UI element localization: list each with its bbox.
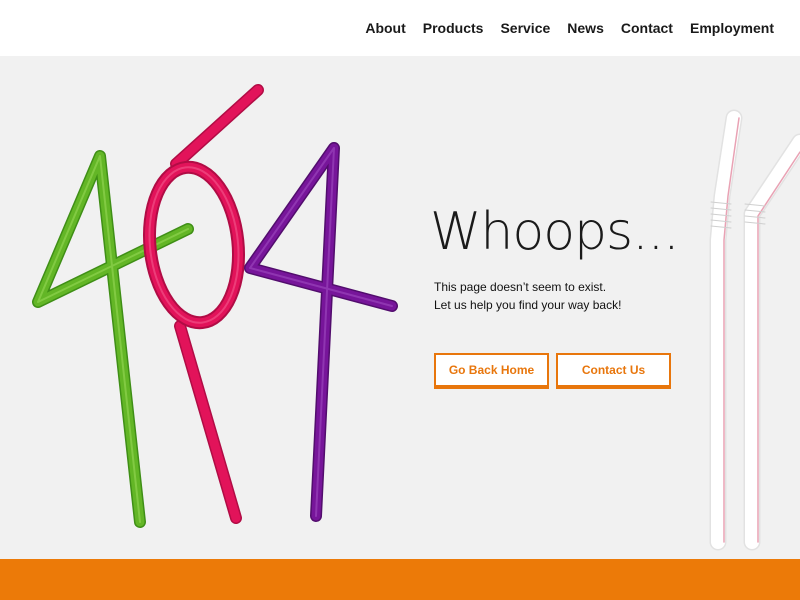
error-message: This page doesn’t seem to exist. Let us …: [434, 278, 621, 314]
error-message-line-2: Let us help you find your way back!: [434, 298, 622, 312]
footer-bar: [0, 559, 800, 600]
go-back-home-button[interactable]: Go Back Home: [434, 353, 549, 389]
contact-us-button[interactable]: Contact Us: [556, 353, 671, 389]
nav-news-link[interactable]: News: [567, 18, 604, 38]
nav-contact-link[interactable]: Contact: [621, 18, 673, 38]
purple-straw-four: [244, 142, 398, 522]
nav-about-link[interactable]: About: [365, 18, 405, 38]
white-straws-decoration: [709, 109, 800, 551]
nav-service-link[interactable]: Service: [500, 18, 550, 38]
pink-straw-zero: [142, 84, 264, 524]
error-headline: Whoops...: [430, 202, 680, 262]
404-straws-icon: [32, 84, 800, 551]
error-hero: Whoops... This page doesn’t seem to exis…: [0, 56, 800, 559]
main-nav: About Products Service News Contact Empl…: [365, 18, 774, 38]
error-message-line-1: This page doesn’t seem to exist.: [434, 280, 607, 294]
nav-products-link[interactable]: Products: [423, 18, 484, 38]
nav-employment-link[interactable]: Employment: [690, 18, 774, 38]
green-straw-four: [32, 150, 194, 528]
top-navigation-bar: About Products Service News Contact Empl…: [0, 0, 800, 56]
